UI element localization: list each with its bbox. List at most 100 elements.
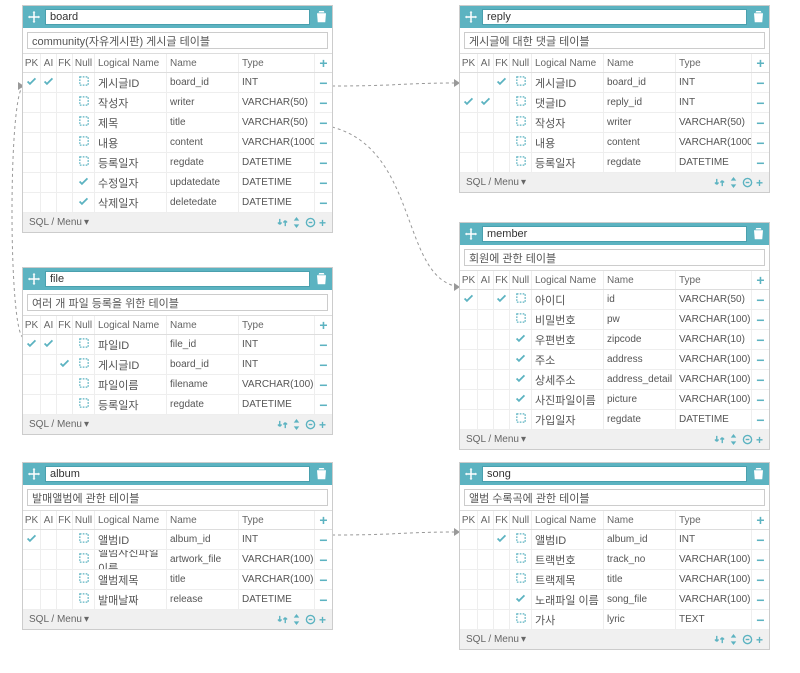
remove-column-button[interactable]: −: [752, 550, 769, 569]
fk-cell[interactable]: [57, 133, 73, 152]
name-cell[interactable]: writer: [167, 93, 239, 112]
add-column-button[interactable]: +: [315, 54, 332, 72]
remove-column-button[interactable]: −: [315, 335, 332, 354]
sort-icon[interactable]: [277, 614, 288, 625]
logical-name-cell[interactable]: 파일이름: [95, 375, 167, 394]
fk-cell[interactable]: [57, 355, 73, 374]
name-cell[interactable]: deletedate: [167, 193, 239, 212]
logical-name-cell[interactable]: 앨범ID: [532, 530, 604, 549]
remove-column-button[interactable]: −: [752, 330, 769, 349]
null-cell[interactable]: [510, 73, 532, 92]
move-icon[interactable]: [464, 10, 478, 24]
fk-cell[interactable]: [494, 310, 510, 329]
type-cell[interactable]: INT: [676, 73, 752, 92]
null-cell[interactable]: [510, 550, 532, 569]
fk-cell[interactable]: [494, 153, 510, 172]
null-cell[interactable]: [510, 530, 532, 549]
ai-cell[interactable]: [41, 570, 57, 589]
logical-name-cell[interactable]: 등록일자: [95, 395, 167, 414]
name-cell[interactable]: board_id: [167, 355, 239, 374]
pk-cell[interactable]: [23, 395, 41, 414]
pk-cell[interactable]: [460, 610, 478, 629]
null-cell[interactable]: [73, 530, 95, 549]
name-cell[interactable]: content: [604, 133, 676, 152]
null-cell[interactable]: [73, 153, 95, 172]
null-cell[interactable]: [73, 550, 95, 569]
type-cell[interactable]: VARCHAR(100): [676, 570, 752, 589]
logical-name-cell[interactable]: 가사: [532, 610, 604, 629]
fk-cell[interactable]: [494, 390, 510, 409]
pk-cell[interactable]: [23, 73, 41, 92]
name-cell[interactable]: address_detail: [604, 370, 676, 389]
column-row[interactable]: 수정일자updatedateDATETIME−: [23, 173, 332, 193]
move-icon[interactable]: [27, 272, 41, 286]
ai-cell[interactable]: [41, 550, 57, 569]
ai-cell[interactable]: [478, 153, 494, 172]
footer-plus-icon[interactable]: +: [756, 633, 763, 647]
remove-column-button[interactable]: −: [752, 290, 769, 309]
null-cell[interactable]: [510, 290, 532, 309]
logical-name-cell[interactable]: 게시글ID: [95, 355, 167, 374]
logical-name-cell[interactable]: 파일ID: [95, 335, 167, 354]
ai-cell[interactable]: [478, 310, 494, 329]
fk-cell[interactable]: [494, 370, 510, 389]
fk-cell[interactable]: [494, 590, 510, 609]
ai-cell[interactable]: [478, 73, 494, 92]
pk-cell[interactable]: [460, 330, 478, 349]
fk-cell[interactable]: [57, 375, 73, 394]
table-board[interactable]: PKAIFKNullLogical NameNameType+게시글IDboar…: [22, 5, 333, 233]
fk-cell[interactable]: [57, 395, 73, 414]
reorder-icon[interactable]: [291, 419, 302, 430]
logical-name-cell[interactable]: 아이디: [532, 290, 604, 309]
type-cell[interactable]: INT: [239, 355, 315, 374]
null-cell[interactable]: [73, 173, 95, 192]
pk-cell[interactable]: [23, 153, 41, 172]
type-cell[interactable]: VARCHAR(50): [239, 113, 315, 132]
move-icon[interactable]: [464, 227, 478, 241]
type-cell[interactable]: DATETIME: [239, 590, 315, 609]
fk-cell[interactable]: [494, 550, 510, 569]
column-row[interactable]: 트랙제목titleVARCHAR(100)−: [460, 570, 769, 590]
reorder-icon[interactable]: [728, 634, 739, 645]
name-cell[interactable]: title: [167, 570, 239, 589]
null-cell[interactable]: [73, 113, 95, 132]
pk-cell[interactable]: [23, 375, 41, 394]
logical-name-cell[interactable]: 등록일자: [532, 153, 604, 172]
add-column-button[interactable]: +: [315, 316, 332, 334]
null-cell[interactable]: [510, 153, 532, 172]
logical-name-cell[interactable]: 작성자: [95, 93, 167, 112]
name-cell[interactable]: regdate: [167, 153, 239, 172]
remove-column-button[interactable]: −: [315, 113, 332, 132]
footer-plus-icon[interactable]: +: [756, 176, 763, 190]
reorder-icon[interactable]: [291, 217, 302, 228]
ai-cell[interactable]: [41, 590, 57, 609]
remove-column-button[interactable]: −: [752, 590, 769, 609]
remove-column-button[interactable]: −: [315, 93, 332, 112]
trash-icon[interactable]: [751, 467, 765, 481]
type-cell[interactable]: VARCHAR(100): [676, 390, 752, 409]
column-row[interactable]: 앨범제목titleVARCHAR(100)−: [23, 570, 332, 590]
fk-cell[interactable]: [57, 335, 73, 354]
table-name-input[interactable]: [45, 271, 310, 287]
column-row[interactable]: 주소addressVARCHAR(100)−: [460, 350, 769, 370]
name-cell[interactable]: album_id: [604, 530, 676, 549]
trash-icon[interactable]: [314, 467, 328, 481]
fk-cell[interactable]: [57, 113, 73, 132]
ai-cell[interactable]: [478, 590, 494, 609]
fk-cell[interactable]: [57, 73, 73, 92]
pk-cell[interactable]: [23, 93, 41, 112]
pk-cell[interactable]: [23, 193, 41, 212]
collapse-icon[interactable]: [305, 419, 316, 430]
column-row[interactable]: 등록일자regdateDATETIME−: [23, 153, 332, 173]
sort-icon[interactable]: [714, 177, 725, 188]
null-cell[interactable]: [73, 335, 95, 354]
name-cell[interactable]: regdate: [604, 153, 676, 172]
table-name-input[interactable]: [45, 466, 310, 482]
null-cell[interactable]: [510, 410, 532, 429]
name-cell[interactable]: pw: [604, 310, 676, 329]
name-cell[interactable]: filename: [167, 375, 239, 394]
table-reply[interactable]: PKAIFKNullLogical NameNameType+게시글IDboar…: [459, 5, 770, 193]
move-icon[interactable]: [27, 467, 41, 481]
fk-cell[interactable]: [57, 570, 73, 589]
remove-column-button[interactable]: −: [315, 530, 332, 549]
